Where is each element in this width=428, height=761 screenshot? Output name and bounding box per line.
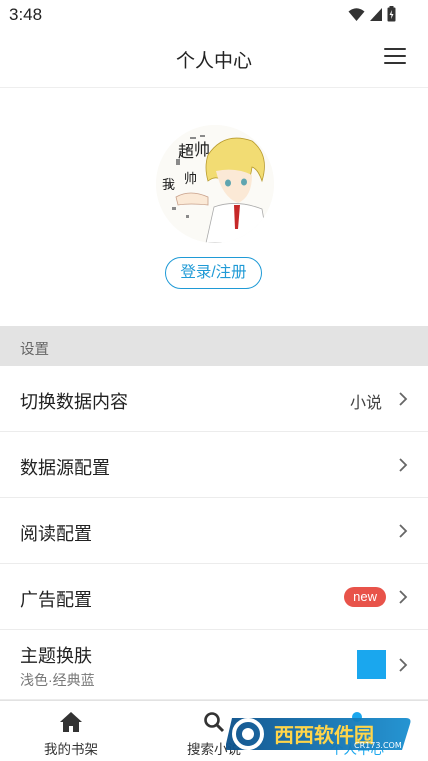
setting-row-data-source[interactable]: 数据源配置 (0, 432, 428, 498)
nav-label: 我的书架 (44, 742, 98, 757)
chevron-right-icon (399, 458, 408, 472)
svg-text:帅: 帅 (184, 172, 197, 187)
home-icon (60, 712, 82, 732)
menu-button[interactable] (384, 48, 406, 68)
app-header: 个人中心 (0, 30, 428, 88)
status-time: 3:48 (9, 5, 43, 24)
page-title: 个人中心 (175, 51, 252, 72)
nav-item-bookshelf[interactable]: 我的书架 (0, 701, 142, 761)
watermark-subtext: CR173.COM (354, 741, 402, 750)
setting-label: 阅读配置 (20, 524, 92, 544)
svg-text:帅: 帅 (194, 140, 210, 159)
setting-label: 广告配置 (20, 590, 92, 610)
chevron-right-icon (399, 392, 408, 406)
menu-icon (384, 48, 406, 51)
watermark-logo: 西西软件园 CR173.COM (225, 714, 412, 754)
battery-icon (387, 6, 396, 22)
setting-row-ads[interactable]: 广告配置 new (0, 564, 428, 630)
setting-row-reading[interactable]: 阅读配置 (0, 498, 428, 564)
section-title: 设置 (20, 342, 49, 358)
svg-text:超: 超 (178, 142, 194, 161)
svg-text:我: 我 (162, 178, 175, 193)
status-bar: 3:48 (0, 0, 428, 30)
profile-section: 超 帅 我 帅 登录/注册 (0, 89, 428, 326)
chevron-right-icon (399, 590, 408, 604)
setting-label: 主题换肤 (20, 646, 92, 666)
setting-value: 小说 (349, 395, 382, 412)
search-icon (204, 712, 225, 733)
setting-label: 切换数据内容 (20, 392, 128, 412)
new-badge: new (344, 587, 386, 607)
setting-label: 数据源配置 (20, 458, 110, 478)
wifi-icon (348, 7, 365, 21)
signal-icon (370, 7, 382, 21)
watermark-graphic: 西西软件园 CR173.COM (225, 718, 411, 750)
avatar-image: 超 帅 我 帅 (156, 125, 274, 243)
settings-section-header: 设置 (0, 326, 428, 366)
status-icons (348, 6, 396, 22)
theme-color-swatch (357, 650, 386, 679)
setting-sublabel: 浅色·经典蓝 (20, 672, 95, 688)
avatar[interactable]: 超 帅 我 帅 (156, 125, 274, 243)
chevron-right-icon (399, 658, 408, 672)
login-register-button[interactable]: 登录/注册 (165, 257, 262, 289)
setting-row-theme[interactable]: 主题换肤 浅色·经典蓝 (0, 630, 428, 700)
chevron-right-icon (399, 524, 408, 538)
setting-row-switch-content[interactable]: 切换数据内容 小说 (0, 366, 428, 432)
